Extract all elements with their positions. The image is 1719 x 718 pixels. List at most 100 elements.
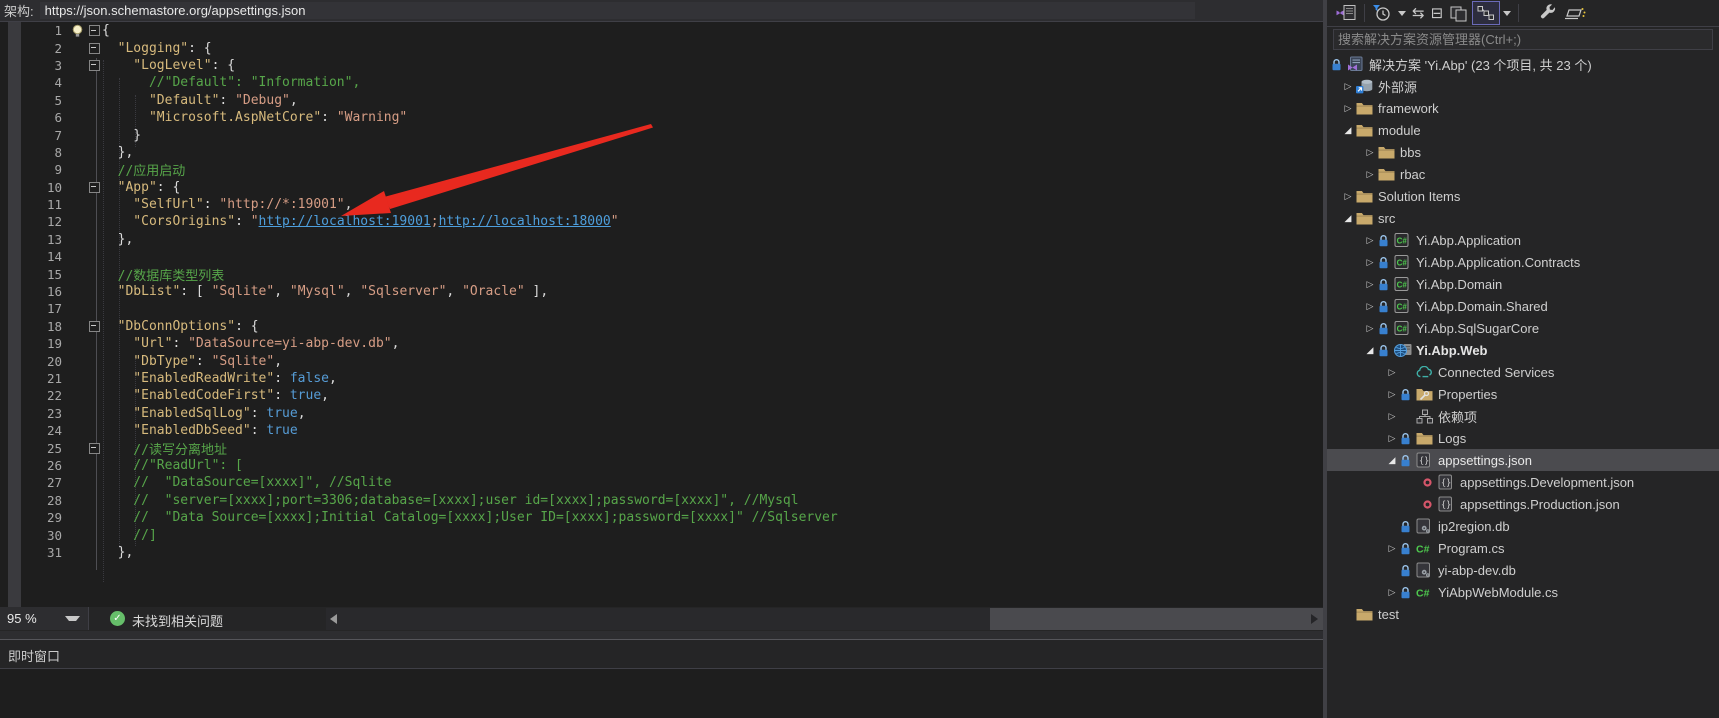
tree-item-yi-abp-application-contracts[interactable]: ▷C#Yi.Abp.Application.Contracts <box>1327 251 1719 273</box>
line-number[interactable]: 19 <box>0 336 68 351</box>
code-line[interactable]: 6 "Microsoft.AspNetCore": "Warning" <box>0 109 1323 126</box>
code-line[interactable]: 30 //] <box>0 526 1323 543</box>
horizontal-scrollbar[interactable] <box>326 608 1323 630</box>
expand-arrow-icon[interactable]: ▷ <box>1340 191 1356 202</box>
code-line[interactable]: 2 "Logging": { <box>0 39 1323 56</box>
tree-item-program-cs[interactable]: ▷C#Program.cs <box>1327 537 1719 559</box>
tree-item-module[interactable]: ◢module <box>1327 119 1719 141</box>
tree-item-yi-abp-application[interactable]: ▷C#Yi.Abp.Application <box>1327 229 1719 251</box>
line-number[interactable]: 3 <box>0 58 68 73</box>
line-number[interactable]: 26 <box>0 458 68 473</box>
collapse-arrow-icon[interactable]: ◢ <box>1384 455 1400 466</box>
fold-collapse-box[interactable] <box>86 25 102 36</box>
tree-item-src[interactable]: ◢src <box>1327 207 1719 229</box>
code-line[interactable]: 25 //读写分离地址 <box>0 439 1323 456</box>
expand-arrow-icon[interactable]: ▷ <box>1384 411 1400 422</box>
line-number[interactable]: 21 <box>0 371 68 386</box>
line-number[interactable]: 17 <box>0 301 68 316</box>
line-number[interactable]: 16 <box>0 284 68 299</box>
line-number[interactable]: 20 <box>0 354 68 369</box>
code-line[interactable]: 3 "LogLevel": { <box>0 57 1323 74</box>
code-line[interactable]: 5 "Default": "Debug", <box>0 92 1323 109</box>
expand-arrow-icon[interactable]: ▷ <box>1362 169 1378 180</box>
tree-item-appsettings-production-json[interactable]: {}appsettings.Production.json <box>1327 493 1719 515</box>
tree-item--[interactable]: ▷外部源 <box>1327 75 1719 97</box>
line-number[interactable]: 23 <box>0 406 68 421</box>
code-line[interactable]: 19 "Url": "DataSource=yi-abp-dev.db", <box>0 335 1323 352</box>
code-area[interactable]: 1{2 "Logging": {3 "LogLevel": {4 //"Defa… <box>0 22 1323 561</box>
code-line[interactable]: 27 // "DataSource=[xxxx]", //Sqlite <box>0 474 1323 491</box>
tree-item-solution-items[interactable]: ▷Solution Items <box>1327 185 1719 207</box>
scrollbar-thumb[interactable] <box>990 608 1323 630</box>
code-line[interactable]: 7 } <box>0 126 1323 143</box>
code-line[interactable]: 14 <box>0 248 1323 265</box>
tree-item-appsettings-json[interactable]: ◢{}appsettings.json <box>1327 449 1719 471</box>
code-line[interactable]: 9 //应用启动 <box>0 161 1323 178</box>
line-number[interactable]: 15 <box>0 267 68 282</box>
collapse-arrow-icon[interactable]: ◢ <box>1340 213 1356 224</box>
tree-item-connected-services[interactable]: ▷Connected Services <box>1327 361 1719 383</box>
hyperlink[interactable]: http://localhost:18000 <box>439 214 611 229</box>
tree-item-yi-abp-sqlsugarcore[interactable]: ▷C#Yi.Abp.SqlSugarCore <box>1327 317 1719 339</box>
line-number[interactable]: 7 <box>0 128 68 143</box>
tree-item-yi-abp-web[interactable]: ◢Yi.Abp.Web <box>1327 339 1719 361</box>
tree-item-test[interactable]: test <box>1327 603 1719 625</box>
expand-arrow-icon[interactable]: ▷ <box>1362 257 1378 268</box>
line-number[interactable]: 28 <box>0 493 68 508</box>
expand-arrow-icon[interactable]: ▷ <box>1362 301 1378 312</box>
code-line[interactable]: 28 // "server=[xxxx];port=3306;database=… <box>0 492 1323 509</box>
properties-pages-icon[interactable] <box>1446 2 1472 24</box>
line-number[interactable]: 2 <box>0 41 68 56</box>
code-line[interactable]: 17 <box>0 300 1323 317</box>
code-line[interactable]: 21 "EnabledReadWrite": false, <box>0 370 1323 387</box>
switch-views-icon[interactable] <box>1332 2 1360 24</box>
tree-item-framework[interactable]: ▷framework <box>1327 97 1719 119</box>
tree-item-yi-abp-domain[interactable]: ▷C#Yi.Abp.Domain <box>1327 273 1719 295</box>
wrench-icon[interactable] <box>1535 2 1561 24</box>
chevron-down-icon[interactable] <box>1395 2 1409 24</box>
fold-collapse-box[interactable] <box>86 43 102 54</box>
lightbulb-icon[interactable] <box>68 24 86 38</box>
code-line[interactable]: 31 }, <box>0 544 1323 561</box>
expand-arrow-icon[interactable]: ▷ <box>1362 279 1378 290</box>
code-line[interactable]: 8 }, <box>0 144 1323 161</box>
tree-item-properties[interactable]: ▷Properties <box>1327 383 1719 405</box>
line-number[interactable]: 4 <box>0 75 68 90</box>
code-line[interactable]: 20 "DbType": "Sqlite", <box>0 352 1323 369</box>
tree-item--yi-abp-23-23-[interactable]: 解决方案 'Yi.Abp' (23 个项目, 共 23 个) <box>1327 53 1719 75</box>
collapse-arrow-icon[interactable]: ◢ <box>1340 125 1356 136</box>
expand-arrow-icon[interactable]: ▷ <box>1384 433 1400 444</box>
expand-arrow-icon[interactable]: ▷ <box>1340 81 1356 92</box>
line-number[interactable]: 8 <box>0 145 68 160</box>
line-number[interactable]: 31 <box>0 545 68 560</box>
code-line[interactable]: 23 "EnabledSqlLog": true, <box>0 405 1323 422</box>
line-number[interactable]: 9 <box>0 162 68 177</box>
line-number[interactable]: 18 <box>0 319 68 334</box>
schema-url-combo[interactable]: https://json.schemastore.org/appsettings… <box>40 2 1195 19</box>
scroll-right-arrow-icon[interactable] <box>1311 614 1318 624</box>
line-number[interactable]: 1 <box>0 23 68 38</box>
line-number[interactable]: 12 <box>0 214 68 229</box>
code-line[interactable]: 13 }, <box>0 231 1323 248</box>
line-number[interactable]: 29 <box>0 510 68 525</box>
collapse-arrow-icon[interactable]: ◢ <box>1362 345 1378 356</box>
tree-item-appsettings-development-json[interactable]: {}appsettings.Development.json <box>1327 471 1719 493</box>
code-line[interactable]: 18 "DbConnOptions": { <box>0 318 1323 335</box>
expand-arrow-icon[interactable]: ▷ <box>1384 543 1400 554</box>
sync-with-active-document-icon[interactable]: ⇆ <box>1409 2 1428 24</box>
expand-arrow-icon[interactable]: ▷ <box>1384 367 1400 378</box>
code-line[interactable]: 24 "EnabledDbSeed": true <box>0 422 1323 439</box>
code-line[interactable]: 10 "App": { <box>0 179 1323 196</box>
line-number[interactable]: 11 <box>0 197 68 212</box>
line-number[interactable]: 27 <box>0 475 68 490</box>
tree-item--[interactable]: ▷依赖项 <box>1327 405 1719 427</box>
expand-arrow-icon[interactable]: ▷ <box>1340 103 1356 114</box>
tree-item-yiabpwebmodule-cs[interactable]: ▷C#YiAbpWebModule.cs <box>1327 581 1719 603</box>
expand-arrow-icon[interactable]: ▷ <box>1362 235 1378 246</box>
code-line[interactable]: 4 //"Default": "Information", <box>0 74 1323 91</box>
hyperlink[interactable]: http://localhost:19001 <box>259 214 431 229</box>
line-number[interactable]: 14 <box>0 249 68 264</box>
code-line[interactable]: 15 //数据库类型列表 <box>0 265 1323 282</box>
tree-item-rbac[interactable]: ▷rbac <box>1327 163 1719 185</box>
line-number[interactable]: 5 <box>0 93 68 108</box>
